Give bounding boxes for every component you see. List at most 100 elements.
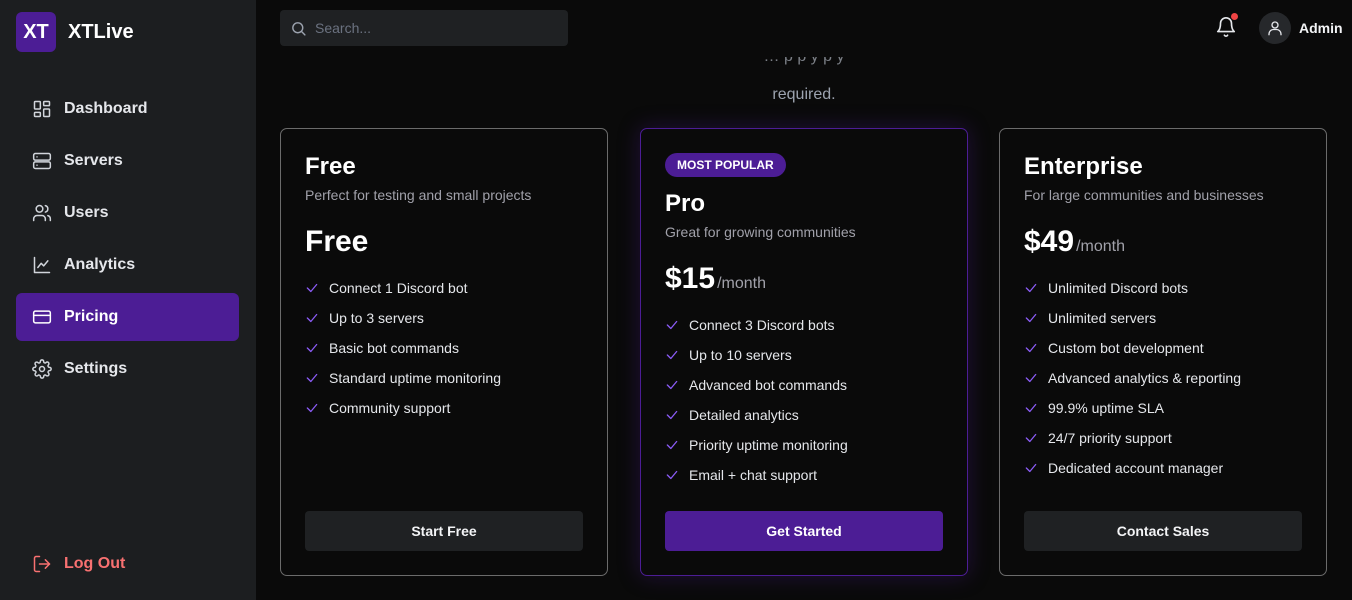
check-icon bbox=[306, 313, 318, 323]
feature-label: Advanced analytics & reporting bbox=[1048, 370, 1241, 386]
feature-label: Connect 3 Discord bots bbox=[689, 317, 835, 333]
sidebar-item-label: Servers bbox=[64, 152, 123, 169]
plan-description: Great for growing communities bbox=[665, 224, 856, 240]
sidebar-item-settings[interactable]: Settings bbox=[16, 345, 239, 393]
feature-item: Basic bot commands bbox=[305, 333, 583, 363]
sidebar-nav: Dashboard Servers Users Analytics Pricin… bbox=[16, 85, 239, 397]
check-icon bbox=[1025, 463, 1037, 473]
plan-card-pro: MOST POPULAR Pro Great for growing commu… bbox=[640, 128, 968, 576]
price-amount: Free bbox=[305, 225, 369, 258]
feature-label: Standard uptime monitoring bbox=[329, 370, 501, 386]
analytics-icon bbox=[33, 256, 51, 274]
check-icon bbox=[1025, 343, 1037, 353]
get-started-button[interactable]: Get Started bbox=[665, 511, 943, 551]
intro-line: required. bbox=[772, 86, 836, 103]
feature-label: Community support bbox=[329, 400, 451, 416]
feature-item: Unlimited Discord bots bbox=[1024, 273, 1302, 303]
plan-description: For large communities and businesses bbox=[1024, 187, 1264, 203]
feature-item: 24/7 priority support bbox=[1024, 423, 1302, 453]
main-content: … p p y p y required. Free Perfect for t… bbox=[256, 0, 1352, 600]
sidebar-item-label: Analytics bbox=[64, 256, 136, 273]
brand-name: XTLive bbox=[68, 20, 134, 43]
sidebar-item-label: Settings bbox=[64, 360, 128, 377]
plan-name: Pro bbox=[665, 190, 706, 217]
sidebar-item-label: Dashboard bbox=[64, 100, 148, 117]
plan-description: Perfect for testing and small projects bbox=[305, 187, 532, 203]
search-input[interactable] bbox=[315, 20, 555, 36]
price-amount: $15 bbox=[665, 262, 716, 295]
feature-item: Advanced analytics & reporting bbox=[1024, 363, 1302, 393]
check-icon bbox=[1025, 313, 1037, 323]
user-icon bbox=[1268, 21, 1282, 36]
app-root: XT XTLive Dashboard Servers Users Analyt… bbox=[0, 0, 1352, 600]
check-icon bbox=[666, 410, 678, 420]
check-icon bbox=[666, 380, 678, 390]
check-icon bbox=[306, 283, 318, 293]
logout-button[interactable]: Log Out bbox=[16, 540, 239, 588]
plan-card-enterprise: Enterprise For large communities and bus… bbox=[999, 128, 1327, 576]
plan-name: Enterprise bbox=[1024, 153, 1143, 180]
price-amount: $49 bbox=[1024, 225, 1075, 258]
sidebar: XT XTLive Dashboard Servers Users Analyt… bbox=[0, 0, 256, 600]
logout-label: Log Out bbox=[64, 555, 126, 572]
feature-label: Custom bot development bbox=[1048, 340, 1204, 356]
gear-icon bbox=[32, 359, 52, 379]
sidebar-item-servers[interactable]: Servers bbox=[16, 137, 239, 185]
check-icon bbox=[666, 440, 678, 450]
sidebar-item-pricing[interactable]: Pricing bbox=[16, 293, 239, 341]
feature-label: Detailed analytics bbox=[689, 407, 799, 423]
sidebar-item-dashboard[interactable]: Dashboard bbox=[16, 85, 239, 133]
servers-icon bbox=[32, 152, 52, 170]
sidebar-item-label: Pricing bbox=[64, 308, 119, 325]
logout-icon bbox=[33, 555, 51, 573]
notification-dot bbox=[1231, 13, 1238, 20]
start-free-button[interactable]: Start Free bbox=[305, 511, 583, 551]
avatar bbox=[1259, 12, 1291, 44]
feature-item: Custom bot development bbox=[1024, 333, 1302, 363]
sidebar-item-analytics[interactable]: Analytics bbox=[16, 241, 239, 289]
feature-label: Connect 1 Discord bot bbox=[329, 280, 468, 296]
feature-label: Up to 3 servers bbox=[329, 310, 424, 326]
notifications-button[interactable] bbox=[1215, 13, 1239, 40]
dashboard-icon bbox=[33, 100, 51, 118]
feature-list: Connect 1 Discord bot Up to 3 servers Ba… bbox=[305, 273, 583, 423]
feature-label: 99.9% uptime SLA bbox=[1048, 400, 1164, 416]
feature-item: 99.9% uptime SLA bbox=[1024, 393, 1302, 423]
most-popular-badge: MOST POPULAR bbox=[665, 153, 786, 177]
feature-label: Up to 10 servers bbox=[689, 347, 792, 363]
feature-item: Dedicated account manager bbox=[1024, 453, 1302, 483]
check-icon bbox=[1025, 403, 1037, 413]
search-icon bbox=[292, 21, 306, 36]
feature-item: Unlimited servers bbox=[1024, 303, 1302, 333]
feature-item: Up to 3 servers bbox=[305, 303, 583, 333]
feature-item: Detailed analytics bbox=[665, 400, 943, 430]
brand-logo: XT bbox=[16, 12, 56, 52]
feature-label: Unlimited Discord bots bbox=[1048, 280, 1189, 296]
feature-label: Priority uptime monitoring bbox=[689, 437, 848, 453]
search-box[interactable] bbox=[280, 10, 568, 46]
plan-price: Free bbox=[305, 225, 583, 259]
contact-sales-button[interactable]: Contact Sales bbox=[1024, 511, 1302, 551]
feature-item: Connect 3 Discord bots bbox=[665, 310, 943, 340]
user-name: Admin bbox=[1299, 20, 1343, 36]
sidebar-item-users[interactable]: Users bbox=[16, 189, 239, 237]
feature-item: Standard uptime monitoring bbox=[305, 363, 583, 393]
check-icon bbox=[666, 350, 678, 360]
plan-name: Free bbox=[305, 153, 356, 180]
price-period: /month bbox=[1076, 238, 1125, 255]
sidebar-item-label: Users bbox=[64, 204, 109, 221]
topbar: Admin bbox=[256, 0, 1352, 57]
feature-list: Connect 3 Discord bots Up to 10 servers … bbox=[665, 310, 943, 490]
users-icon bbox=[32, 204, 52, 222]
check-icon bbox=[1025, 373, 1037, 383]
user-menu[interactable]: Admin bbox=[1259, 12, 1343, 44]
check-icon bbox=[1025, 283, 1037, 293]
plan-card-free: Free Perfect for testing and small proje… bbox=[280, 128, 608, 576]
feature-list: Unlimited Discord bots Unlimited servers… bbox=[1024, 273, 1302, 483]
plan-price: $49 /month bbox=[1024, 225, 1302, 259]
credit-card-icon bbox=[32, 310, 52, 324]
feature-item: Email + chat support bbox=[665, 460, 943, 490]
check-icon bbox=[306, 343, 318, 353]
brand[interactable]: XT XTLive bbox=[16, 12, 134, 52]
feature-item: Community support bbox=[305, 393, 583, 423]
